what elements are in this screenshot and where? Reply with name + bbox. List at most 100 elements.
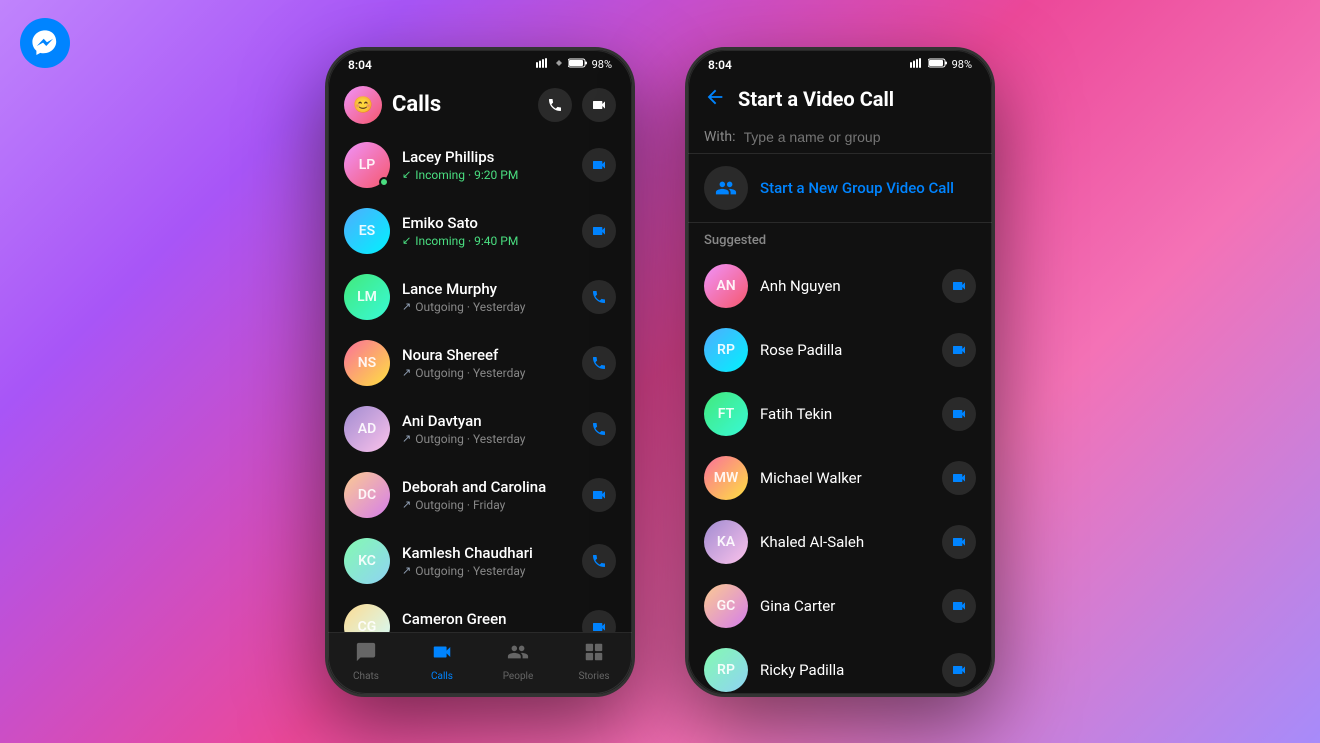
- bottom-nav: Chats Calls People: [328, 632, 632, 694]
- nav-stories-label: Stories: [578, 671, 609, 682]
- suggested-list-item[interactable]: MW Michael Walker: [688, 446, 992, 510]
- suggested-name: Ricky Padilla: [760, 661, 930, 679]
- call-name: Ani Davtyan: [402, 412, 570, 430]
- call-direction-text: Outgoing · Yesterday: [415, 366, 525, 380]
- suggested-avatar: MW: [704, 456, 748, 500]
- suggested-name: Fatih Tekin: [760, 405, 930, 423]
- phone-calls: 8:04 98% 😊 C: [325, 47, 635, 697]
- phone-video-call: 8:04 98% Start a Video Call: [685, 47, 995, 697]
- video-call-button[interactable]: [942, 269, 976, 303]
- nav-calls[interactable]: Calls: [404, 641, 480, 682]
- status-icons-2: 98%: [910, 58, 972, 71]
- suggested-name: Khaled Al-Saleh: [760, 533, 930, 551]
- call-info: Lance Murphy ↗ Outgoing · Yesterday: [402, 280, 570, 314]
- video-call-button[interactable]: [942, 333, 976, 367]
- call-avatar: LM: [344, 274, 390, 320]
- call-list-item[interactable]: CG Cameron Green ↗ Outgoing · Yesterday: [328, 594, 632, 632]
- suggested-list-item[interactable]: RP Ricky Padilla: [688, 638, 992, 694]
- direction-icon: ↗: [402, 498, 411, 511]
- video-call-button[interactable]: [942, 397, 976, 431]
- call-direction-text: Outgoing · Yesterday: [415, 432, 525, 446]
- suggested-avatar: GC: [704, 584, 748, 628]
- call-meta: ↗ Outgoing · Yesterday: [402, 564, 570, 578]
- call-action-button[interactable]: [582, 478, 616, 512]
- signal-bars-2: [910, 58, 924, 71]
- battery-icon-1: [568, 58, 588, 71]
- nav-calls-label: Calls: [431, 671, 453, 682]
- video-call-button[interactable]: [942, 653, 976, 687]
- new-group-button[interactable]: Start a New Group Video Call: [688, 154, 992, 223]
- call-list-item[interactable]: ES Emiko Sato ↙ Incoming · 9:40 PM: [328, 198, 632, 264]
- nav-stories[interactable]: Stories: [556, 641, 632, 682]
- call-list-item[interactable]: NS Noura Shereef ↗ Outgoing · Yesterday: [328, 330, 632, 396]
- suggested-list-item[interactable]: GC Gina Carter: [688, 574, 992, 638]
- call-action-button[interactable]: [582, 346, 616, 380]
- call-list-item[interactable]: LP Lacey Phillips ↙ Incoming · 9:20 PM: [328, 132, 632, 198]
- nav-stories-icon: [583, 641, 605, 668]
- suggested-label: Suggested: [688, 223, 992, 254]
- video-call-button[interactable]: [942, 461, 976, 495]
- status-time-1: 8:04: [348, 58, 372, 72]
- call-action-button[interactable]: [582, 280, 616, 314]
- suggested-avatar: FT: [704, 392, 748, 436]
- nav-people-label: People: [503, 671, 534, 682]
- call-action-button[interactable]: [582, 214, 616, 248]
- suggested-name: Michael Walker: [760, 469, 930, 487]
- direction-icon: ↗: [402, 366, 411, 379]
- call-list-item[interactable]: LM Lance Murphy ↗ Outgoing · Yesterday: [328, 264, 632, 330]
- direction-icon: ↗: [402, 300, 411, 313]
- user-avatar-face: 😊: [344, 86, 382, 124]
- call-meta: ↙ Incoming · 9:20 PM: [402, 168, 570, 182]
- suggested-list-item[interactable]: AN Anh Nguyen: [688, 254, 992, 318]
- call-name: Emiko Sato: [402, 214, 570, 232]
- calls-title: Calls: [392, 92, 441, 117]
- call-avatar: AD: [344, 406, 390, 452]
- call-action-button[interactable]: [582, 610, 616, 632]
- user-avatar-header[interactable]: 😊: [344, 86, 382, 124]
- calls-header-left: 😊 Calls: [344, 86, 441, 124]
- video-call-title: Start a Video Call: [738, 87, 894, 111]
- direction-icon: ↗: [402, 564, 411, 577]
- header-video-button[interactable]: [582, 88, 616, 122]
- header-phone-button[interactable]: [538, 88, 572, 122]
- call-avatar: NS: [344, 340, 390, 386]
- direction-icon: ↙: [402, 234, 411, 247]
- calls-list: LP Lacey Phillips ↙ Incoming · 9:20 PM E…: [328, 132, 632, 632]
- suggested-list-item[interactable]: RP Rose Padilla: [688, 318, 992, 382]
- video-call-button[interactable]: [942, 525, 976, 559]
- suggested-list-item[interactable]: KA Khaled Al-Saleh: [688, 510, 992, 574]
- call-meta: ↙ Incoming · 9:40 PM: [402, 234, 570, 248]
- status-bar-1: 8:04 98%: [328, 50, 632, 76]
- suggested-list-item[interactable]: FT Fatih Tekin: [688, 382, 992, 446]
- video-call-header: Start a Video Call: [688, 76, 992, 121]
- call-action-button[interactable]: [582, 412, 616, 446]
- call-direction-text: Outgoing · Yesterday: [415, 300, 525, 314]
- with-row: With:: [688, 121, 992, 154]
- nav-people[interactable]: People: [480, 641, 556, 682]
- call-list-item[interactable]: KC Kamlesh Chaudhari ↗ Outgoing · Yester…: [328, 528, 632, 594]
- calls-header: 😊 Calls: [328, 76, 632, 132]
- call-list-item[interactable]: DC Deborah and Carolina ↗ Outgoing · Fri…: [328, 462, 632, 528]
- call-name: Lacey Phillips: [402, 148, 570, 166]
- suggested-list: AN Anh Nguyen RP Rose Padilla FT Fatih T…: [688, 254, 992, 694]
- call-info: Lacey Phillips ↙ Incoming · 9:20 PM: [402, 148, 570, 182]
- call-action-button[interactable]: [582, 148, 616, 182]
- call-name: Lance Murphy: [402, 280, 570, 298]
- call-avatar: LP: [344, 142, 390, 188]
- call-list-item[interactable]: AD Ani Davtyan ↗ Outgoing · Yesterday: [328, 396, 632, 462]
- back-button[interactable]: [704, 86, 726, 113]
- search-input[interactable]: [744, 129, 976, 145]
- group-video-icon: [704, 166, 748, 210]
- messenger-logo: [20, 18, 70, 68]
- nav-chats-label: Chats: [353, 671, 379, 682]
- nav-people-icon: [507, 641, 529, 668]
- status-time-2: 8:04: [708, 58, 732, 72]
- suggested-avatar: RP: [704, 328, 748, 372]
- call-info: Noura Shereef ↗ Outgoing · Yesterday: [402, 346, 570, 380]
- phones-container: 8:04 98% 😊 C: [325, 47, 995, 697]
- call-action-button[interactable]: [582, 544, 616, 578]
- video-call-button[interactable]: [942, 589, 976, 623]
- nav-chats[interactable]: Chats: [328, 641, 404, 682]
- nav-calls-icon: [431, 641, 453, 668]
- signal-icon-1: [554, 58, 564, 71]
